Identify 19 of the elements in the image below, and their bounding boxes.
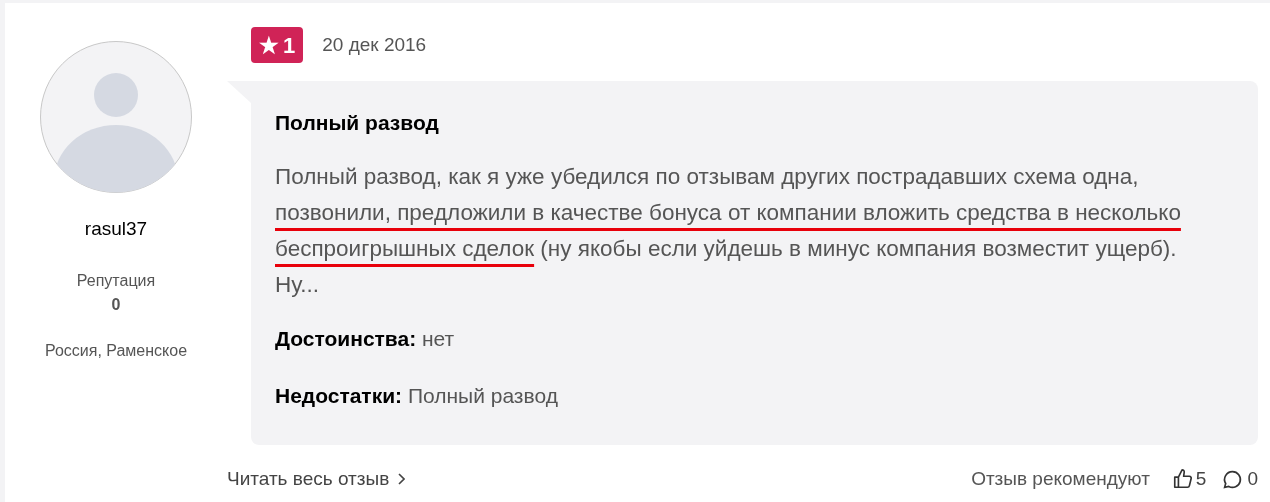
read-more-link[interactable]: Читать весь отзыв xyxy=(227,465,406,494)
review-date: 20 дек 2016 xyxy=(322,32,427,57)
like-button[interactable]: 5 xyxy=(1171,465,1207,494)
recommend-label: Отзыв рекомендуют xyxy=(971,467,1150,491)
review-text: Полный развод, как я уже убедился по отзывам других пострадавших схема одна, позвонили, предложили в качестве бонуса от компании вложить средства в несколько беспроигрышных сделок (ну якобы если уйдешь в минус компания возместит ущерб). Ну... xyxy=(275,162,1182,299)
rating-value: 1 xyxy=(283,31,296,60)
comments-button[interactable]: 0 xyxy=(1222,465,1258,494)
comment-icon xyxy=(1222,468,1244,490)
user-location: Россия, Раменское xyxy=(44,340,188,361)
pros-text: Достоинства: нет xyxy=(275,325,456,352)
reputation-value: 0 xyxy=(111,294,121,315)
cons-text: Недостатки: Полный развод xyxy=(275,383,559,409)
chevron-right-icon xyxy=(397,473,406,486)
review-title: Полный развод xyxy=(275,110,440,136)
reputation-label: Репутация xyxy=(76,270,156,291)
star-icon: ★ xyxy=(259,28,279,62)
avatar-icon xyxy=(40,41,192,193)
thumbs-up-icon xyxy=(1171,468,1194,491)
username[interactable]: rasul37 xyxy=(84,215,148,244)
